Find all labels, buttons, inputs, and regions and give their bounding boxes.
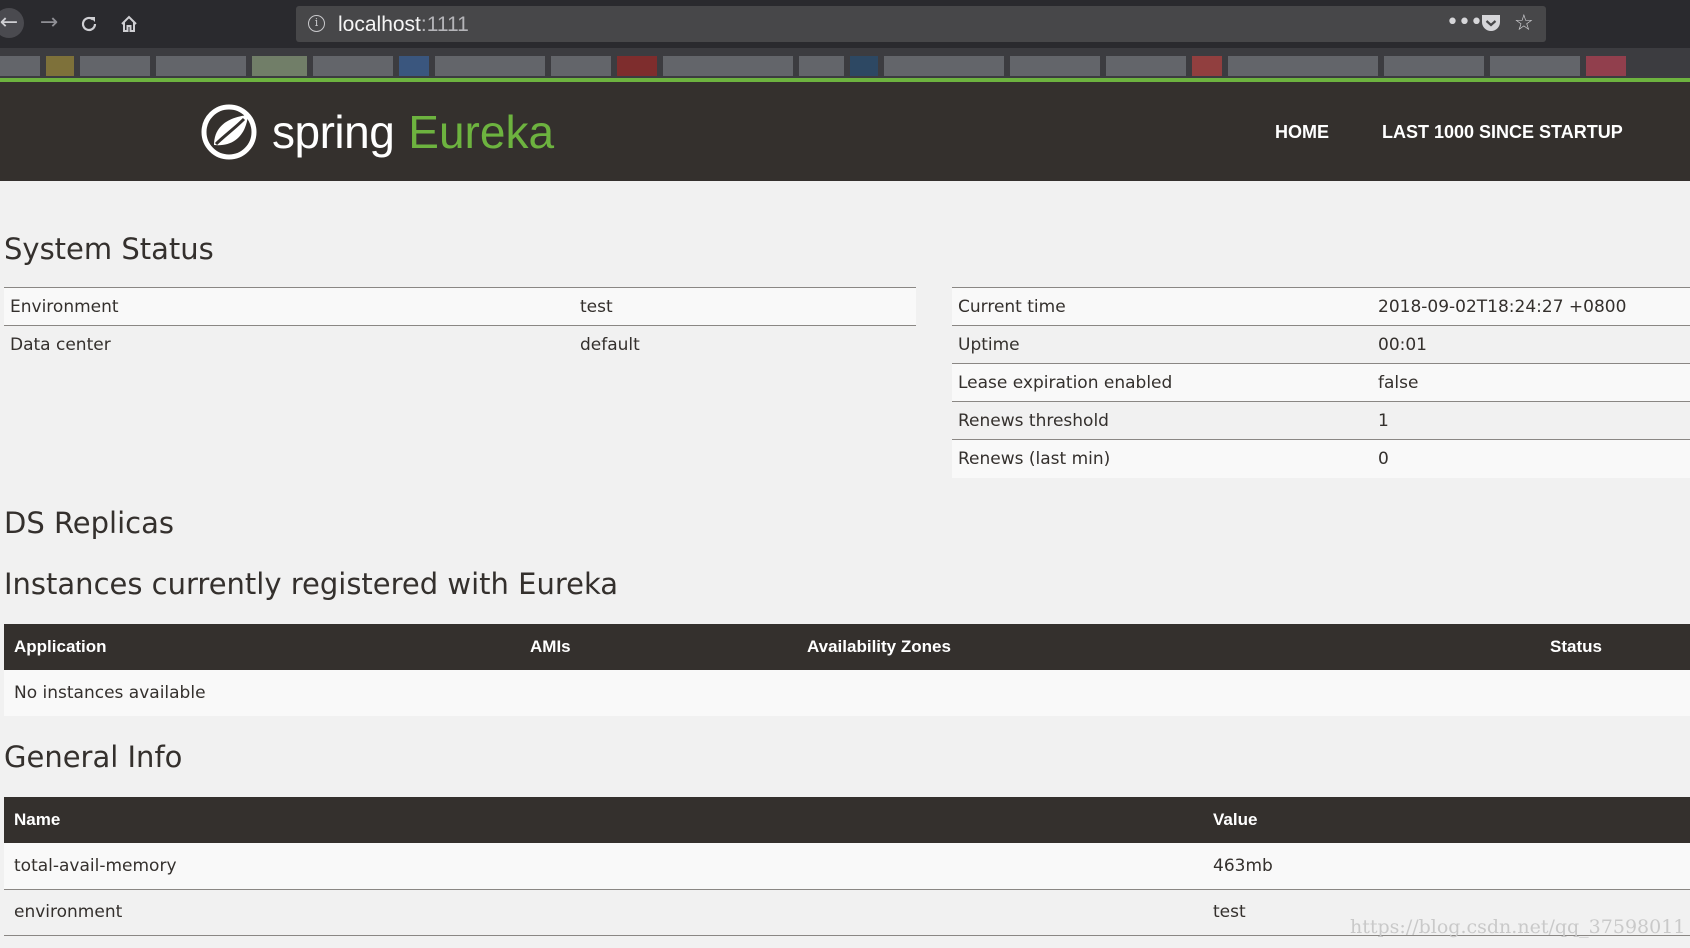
general-info-table: Name Value total-avail-memory 463mb envi… xyxy=(4,797,1690,936)
spring-leaf-icon xyxy=(201,104,257,160)
status-label: Renews (last min) xyxy=(952,439,1372,478)
browser-toolbar: ← → i localhost:1111 ••• ☆ xyxy=(0,0,1690,48)
table-header-row: Application AMIs Availability Zones Stat… xyxy=(4,624,1690,670)
system-status-heading: System Status xyxy=(4,232,214,266)
back-icon[interactable]: ← xyxy=(0,8,24,38)
table-row: Environment test xyxy=(4,287,916,326)
instances-heading: Instances currently registered with Eure… xyxy=(4,567,619,601)
nav-last-1000-link[interactable]: LAST 1000 SINCE STARTUP xyxy=(1382,122,1623,143)
table-row: Uptime 00:01 xyxy=(952,325,1690,364)
instances-table: Application AMIs Availability Zones Stat… xyxy=(4,624,1690,716)
bookmarks-toolbar xyxy=(0,48,1690,82)
ds-replicas-heading: DS Replicas xyxy=(4,506,174,540)
col-status[interactable]: Status xyxy=(1540,624,1690,670)
table-row: Current time 2018-09-02T18:24:27 +0800 xyxy=(952,287,1690,326)
status-value: 1 xyxy=(1372,401,1690,440)
table-row: Lease expiration enabled false xyxy=(952,363,1690,402)
address-bar[interactable]: i localhost:1111 ••• ☆ xyxy=(296,6,1546,42)
status-value: default xyxy=(574,325,916,364)
col-application[interactable]: Application xyxy=(4,624,520,670)
logo-spring-text: spring xyxy=(272,106,395,158)
col-name[interactable]: Name xyxy=(4,797,1203,843)
status-value: 00:01 xyxy=(1372,325,1690,364)
bookmark-items-blurred[interactable] xyxy=(0,56,1690,76)
system-status-left-table: Environment test Data center default xyxy=(4,287,916,364)
watermark-text: https://blog.csdn.net/qq_37598011 xyxy=(1350,916,1686,938)
no-instances-text: No instances available xyxy=(14,683,206,703)
home-icon[interactable] xyxy=(114,8,144,38)
status-label: Uptime xyxy=(952,325,1372,364)
reload-icon[interactable] xyxy=(74,8,104,38)
url-text[interactable]: localhost:1111 xyxy=(338,13,469,37)
table-row: Data center default xyxy=(4,325,916,364)
logo-eureka-text: Eureka xyxy=(408,106,555,158)
status-label: Environment xyxy=(4,287,574,326)
table-row: Renews threshold 1 xyxy=(952,401,1690,440)
system-status-right-table: Current time 2018-09-02T18:24:27 +0800 U… xyxy=(952,287,1690,478)
status-value: test xyxy=(574,287,916,326)
status-value: 0 xyxy=(1372,439,1690,478)
col-value[interactable]: Value xyxy=(1203,797,1690,843)
info-name: total-avail-memory xyxy=(4,843,1203,890)
site-info-icon[interactable]: i xyxy=(308,15,325,32)
info-value: 463mb xyxy=(1203,843,1690,890)
site-header: spring Eureka HOME LAST 1000 SINCE START… xyxy=(0,82,1690,181)
status-label: Current time xyxy=(952,287,1372,326)
forward-icon[interactable]: → xyxy=(34,8,64,38)
table-header-row: Name Value xyxy=(4,797,1690,843)
bookmark-star-icon[interactable]: ☆ xyxy=(1514,11,1534,36)
nav-home-link[interactable]: HOME xyxy=(1275,122,1329,143)
pocket-icon[interactable] xyxy=(1481,14,1501,33)
spring-eureka-logo[interactable]: spring Eureka xyxy=(200,100,554,164)
table-row: No instances available xyxy=(4,670,1690,716)
status-value: 2018-09-02T18:24:27 +0800 xyxy=(1372,287,1690,326)
table-row: Renews (last min) 0 xyxy=(952,439,1690,478)
info-name: environment xyxy=(4,889,1203,936)
col-availability-zones[interactable]: Availability Zones xyxy=(797,624,1540,670)
general-info-heading: General Info xyxy=(4,740,183,774)
col-amis[interactable]: AMIs xyxy=(520,624,797,670)
status-label: Data center xyxy=(4,325,574,364)
page-actions-icon[interactable]: ••• xyxy=(1446,10,1483,35)
status-value: false xyxy=(1372,363,1690,402)
status-label: Renews threshold xyxy=(952,401,1372,440)
status-label: Lease expiration enabled xyxy=(952,363,1372,402)
table-row: total-avail-memory 463mb xyxy=(4,843,1690,890)
